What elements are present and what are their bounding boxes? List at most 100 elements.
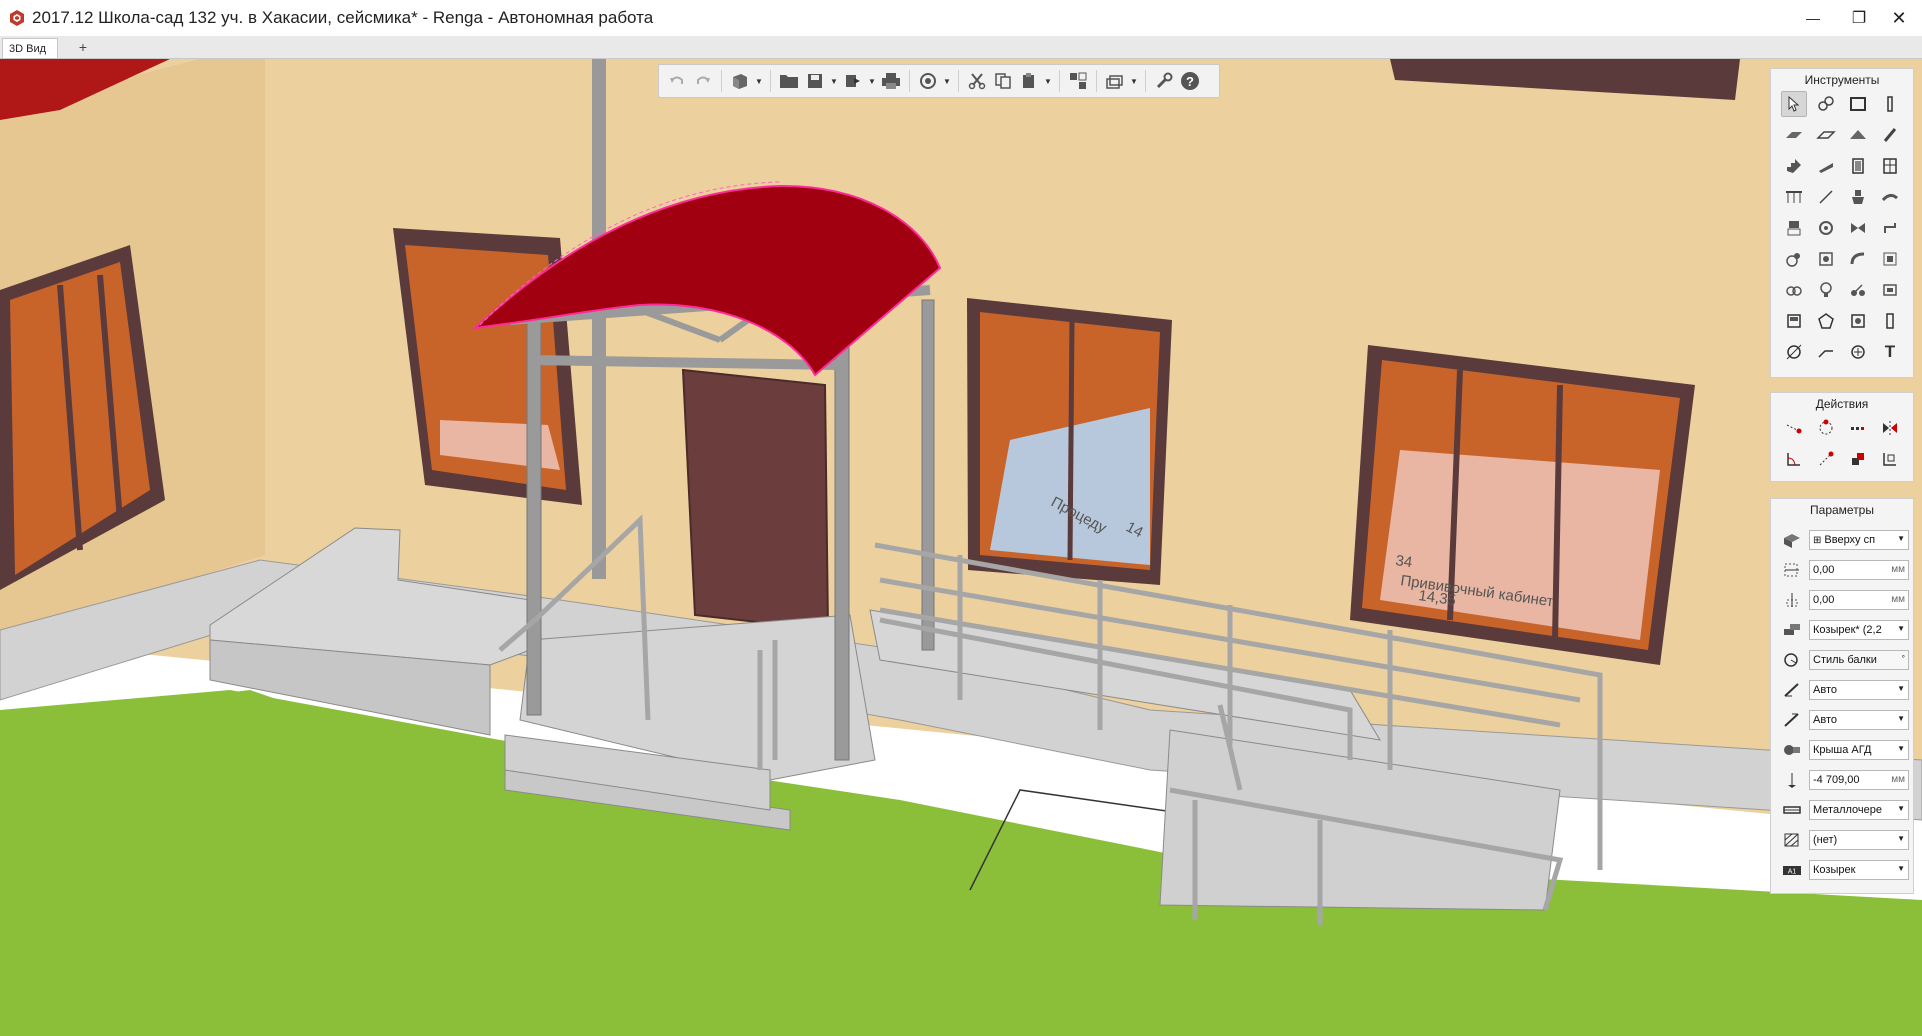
rotate-icon [1819,419,1833,435]
paste-button[interactable] [1017,69,1041,93]
settings-button[interactable] [1152,69,1176,93]
rotate-action[interactable] [1813,415,1839,441]
layer-select[interactable]: Крыша АГД ▼ [1809,740,1909,760]
valve-tool[interactable] [1845,215,1871,241]
3d-scene[interactable]: 34 Прививочный кабинет 14,35 Процеду 14 [0,59,1922,1036]
mark-select[interactable]: Козырек ▼ [1809,860,1909,880]
save-dropdown[interactable]: ▼ [829,69,839,93]
linked-views-button[interactable] [1066,69,1090,93]
trim-action[interactable] [1877,446,1903,472]
align-action[interactable] [1781,446,1807,472]
plumbing-fixture-tool[interactable] [1845,184,1871,210]
door-tool[interactable] [1845,153,1871,179]
duct-tool[interactable] [1845,246,1871,272]
extend-action[interactable] [1845,446,1871,472]
mirror-icon [1883,421,1897,435]
reinforcement-icon [1851,345,1865,359]
export-dropdown[interactable]: ▼ [867,69,877,93]
scale-action[interactable] [1813,446,1839,472]
view-cube-button[interactable] [728,69,752,93]
copy-button[interactable] [991,69,1015,93]
railing-icon [1786,191,1802,203]
roof-tool[interactable] [1845,122,1871,148]
window-tool[interactable] [1877,153,1903,179]
level-tool[interactable] [1813,339,1839,365]
air-terminal-tool[interactable] [1781,246,1807,272]
material-value: Металлочере [1813,804,1882,816]
wall-tool[interactable] [1845,91,1871,117]
select-tool[interactable] [1781,91,1807,117]
view-cube-dropdown[interactable]: ▼ [754,69,764,93]
orbit-dropdown[interactable]: ▼ [942,69,952,93]
chevron-down-icon: ▼ [1897,624,1905,633]
equipment-tool[interactable] [1781,215,1807,241]
close-button[interactable]: ✕ [1876,0,1922,36]
floor-tool[interactable] [1813,122,1839,148]
mirror-action[interactable] [1877,415,1903,441]
lighting-tool[interactable] [1813,277,1839,303]
help-button[interactable]: ? [1178,69,1202,93]
assembly-tool[interactable] [1813,91,1839,117]
3d-viewport[interactable]: 34 Прививочный кабинет 14,35 Процеду 14 [0,59,1922,1036]
detail-tool[interactable] [1845,308,1871,334]
print-button[interactable] [879,69,903,93]
material-select[interactable]: Металлочере ▼ [1809,800,1909,820]
save-button[interactable] [803,69,827,93]
undo-button[interactable] [665,69,689,93]
paste-dropdown[interactable]: ▼ [1043,69,1053,93]
add-tab-button[interactable]: + [74,38,92,56]
text-tool[interactable]: T [1877,339,1903,365]
fitting-tool[interactable] [1813,215,1839,241]
offset-x-input[interactable]: 0,00 мм [1809,560,1909,580]
axis-tool[interactable] [1781,339,1807,365]
beam-icon [1883,128,1897,142]
opening-tool[interactable] [1877,308,1903,334]
start-angle-select[interactable]: Авто ▼ [1809,680,1909,700]
close-icon: ✕ [1891,7,1907,28]
move-action[interactable] [1781,415,1807,441]
cable-tray-tool[interactable] [1877,277,1903,303]
beam-type-select[interactable]: Козырек* (2,2 ▼ [1809,620,1909,640]
reinforcement-tool[interactable] [1845,339,1871,365]
move-icon [1786,424,1802,434]
orbit-button[interactable] [916,69,940,93]
placement-select[interactable]: ⊞ Вверху сп ▼ [1809,530,1909,550]
window-title: 2017.12 Школа-сад 132 уч. в Хакасии, сей… [32,8,654,27]
cut-button[interactable] [965,69,989,93]
layers-dropdown[interactable]: ▼ [1129,69,1139,93]
pipe-accessory-tool[interactable] [1877,215,1903,241]
actions-panel: Действия [1770,392,1914,482]
electrical-tool[interactable] [1781,277,1807,303]
copy-action[interactable] [1845,415,1871,441]
elevation-icon [1781,769,1803,791]
offset-z-input[interactable]: 0,00 мм [1809,590,1909,610]
open-button[interactable] [777,69,801,93]
railing-tool[interactable] [1781,184,1807,210]
elevation-input[interactable]: -4 709,00 мм [1809,770,1909,790]
pipe-tool[interactable] [1877,184,1903,210]
cable-tool[interactable] [1845,277,1871,303]
beam-tool[interactable] [1877,122,1903,148]
param-material: Металлочере ▼ [1771,795,1913,825]
redo-button[interactable] [691,69,715,93]
duct-icon [1850,252,1865,265]
layers-button[interactable] [1103,69,1127,93]
ramp-tool[interactable] [1813,153,1839,179]
duct-accessory-tool[interactable] [1877,246,1903,272]
beam-style-picker[interactable]: Стиль балки ° [1809,650,1909,670]
hatch-select[interactable]: (нет) ▼ [1809,830,1909,850]
duct-fitting-tool[interactable] [1813,246,1839,272]
export-button[interactable] [841,69,865,93]
minimize-button[interactable]: — [1790,0,1836,36]
end-angle-select[interactable]: Авто ▼ [1809,710,1909,730]
tab-3d-view[interactable]: 3D Вид [2,38,58,58]
air-terminal-icon [1786,253,1800,267]
stair-tool[interactable] [1781,153,1807,179]
room-tool[interactable] [1781,308,1807,334]
column-tool[interactable] [1877,91,1903,117]
hatch-icon [1781,829,1803,851]
slab-tool[interactable] [1781,122,1807,148]
element-tool[interactable] [1813,308,1839,334]
line-tool[interactable] [1813,184,1839,210]
layer-icon [1781,739,1803,761]
